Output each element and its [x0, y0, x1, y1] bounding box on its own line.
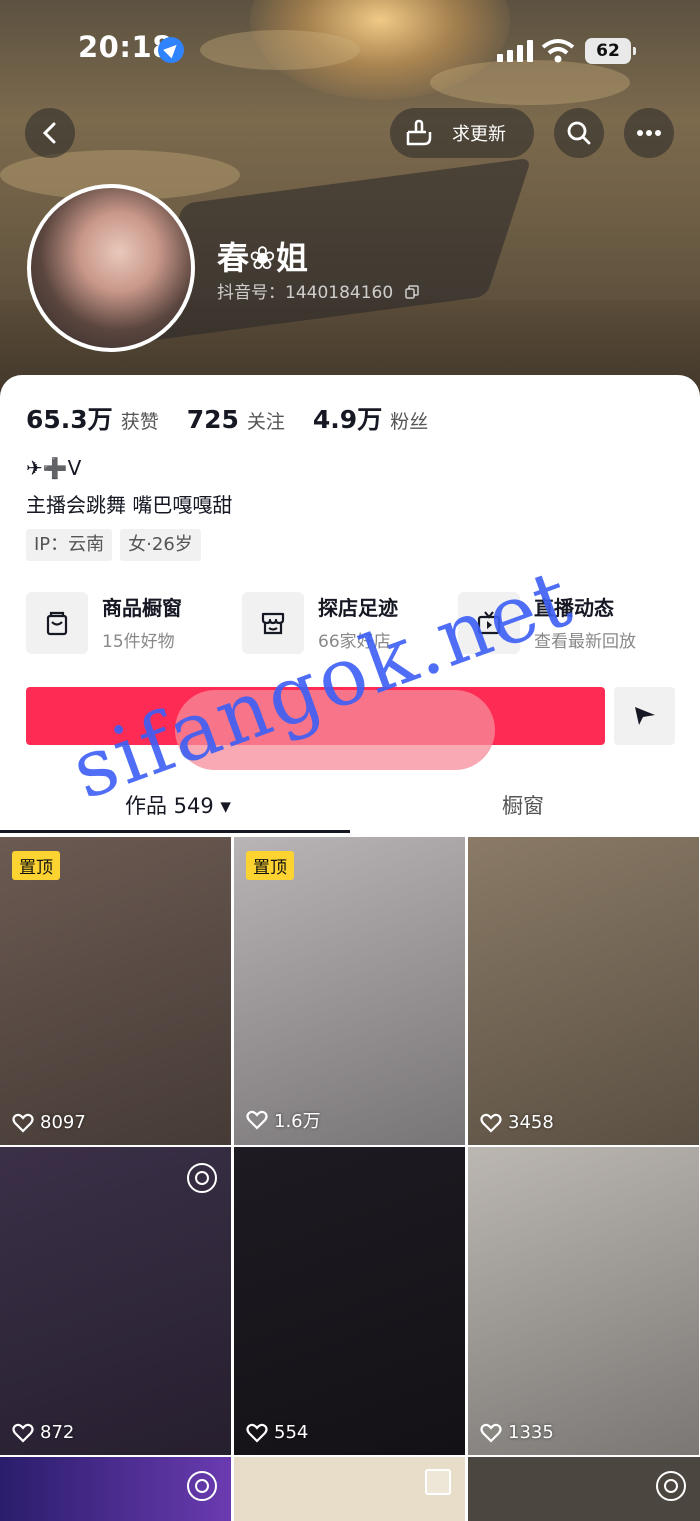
pinned-badge: 置顶 [246, 851, 294, 880]
video-thumb [0, 1147, 231, 1455]
more-button[interactable] [624, 108, 674, 158]
stat-following[interactable]: 725 关注 [187, 405, 285, 434]
heart-icon [480, 1423, 502, 1443]
bio-line-2: 主播会跳舞 嘴巴嘎嘎甜 [26, 493, 233, 517]
more-dots-icon [637, 130, 661, 136]
battery-icon: 62 [585, 38, 636, 64]
back-button[interactable] [25, 108, 75, 158]
live-replay-icon [187, 1163, 217, 1193]
service-shop-window-sub: 15件好物 [102, 632, 175, 652]
request-update-label: 求更新 [452, 124, 506, 145]
multi-image-icon [425, 1469, 451, 1495]
tab-shop-window[interactable]: 橱窗 [502, 790, 544, 820]
tab-indicator [0, 830, 350, 833]
message-button[interactable] [614, 687, 675, 745]
stat-likes-num: 65.3万 [26, 405, 113, 434]
like-count: 872 [12, 1422, 74, 1443]
signal-icon [497, 40, 533, 62]
like-count: 1335 [480, 1422, 554, 1443]
stat-followers-num: 4.9万 [312, 405, 383, 434]
douyin-id[interactable]: 抖音号：1440184160 [217, 278, 419, 303]
profile-name: 春❀姐 [217, 239, 308, 277]
video-tile[interactable]: 1335 [468, 1147, 699, 1455]
like-count-text: 8097 [40, 1112, 86, 1133]
video-thumb [0, 837, 231, 1145]
like-count-text: 1.6万 [274, 1111, 321, 1132]
service-shop-window-title: 商品橱窗 [102, 596, 182, 620]
like-count-text: 872 [40, 1422, 75, 1443]
request-update-button[interactable]: 求更新 [390, 108, 534, 158]
video-tile[interactable]: 3458 [468, 837, 699, 1145]
avatar[interactable] [27, 184, 195, 352]
like-count-text: 3458 [508, 1112, 554, 1133]
video-thumb [468, 837, 699, 1145]
bio-line-1: ✈➕V [26, 456, 82, 480]
like-count: 554 [246, 1422, 308, 1443]
heart-icon [480, 1113, 502, 1133]
stat-following-label: 关注 [246, 411, 285, 433]
stat-following-num: 725 [186, 405, 239, 434]
video-thumb [468, 1147, 699, 1455]
tag-gender-age: 女·26岁 [120, 529, 201, 561]
live-replay-icon [656, 1471, 686, 1501]
copy-icon [404, 285, 419, 299]
stat-likes-label: 获赞 [120, 411, 159, 433]
douyin-id-text: 抖音号：1440184160 [217, 283, 394, 303]
tag-ip: IP：云南 [26, 529, 113, 561]
search-icon [567, 121, 591, 145]
send-icon [634, 707, 655, 725]
like-count: 1.6万 [246, 1107, 321, 1133]
hand-point-icon [406, 119, 432, 146]
like-count: 8097 [12, 1112, 86, 1133]
search-button[interactable] [554, 108, 604, 158]
stat-likes[interactable]: 65.3万 获赞 [26, 400, 159, 436]
heart-icon [12, 1113, 34, 1133]
stat-followers-label: 粉丝 [390, 411, 429, 433]
profile-tags: IP：云南 女·26岁 [26, 529, 201, 561]
video-thumb [234, 1147, 465, 1455]
shopping-bag-icon [26, 592, 88, 654]
heart-icon [246, 1110, 268, 1130]
service-shop-window[interactable]: 商品橱窗 15件好物 [26, 592, 242, 654]
heart-icon [246, 1423, 268, 1443]
like-count: 3458 [480, 1112, 554, 1133]
heart-icon [12, 1423, 34, 1443]
video-tile[interactable]: 置顶 1.6万 [234, 837, 465, 1145]
chevron-left-icon [42, 122, 56, 144]
video-tile-partial[interactable] [234, 1457, 465, 1521]
video-tile[interactable]: 置顶 8097 [0, 837, 231, 1145]
location-icon [158, 37, 184, 63]
stat-followers[interactable]: 4.9万 粉丝 [313, 400, 428, 436]
pinned-badge: 置顶 [12, 851, 60, 880]
stats-row: 65.3万 获赞 725 关注 4.9万 粉丝 [26, 400, 428, 436]
video-tile-partial[interactable] [468, 1457, 700, 1521]
video-tile[interactable]: 554 [234, 1147, 465, 1455]
wifi-icon [541, 38, 575, 64]
live-replay-icon [187, 1471, 217, 1501]
video-tile-partial[interactable] [0, 1457, 231, 1521]
like-count-text: 554 [274, 1422, 309, 1443]
video-thumb [234, 837, 465, 1145]
video-tile[interactable]: 872 [0, 1147, 231, 1455]
like-count-text: 1335 [508, 1422, 554, 1443]
